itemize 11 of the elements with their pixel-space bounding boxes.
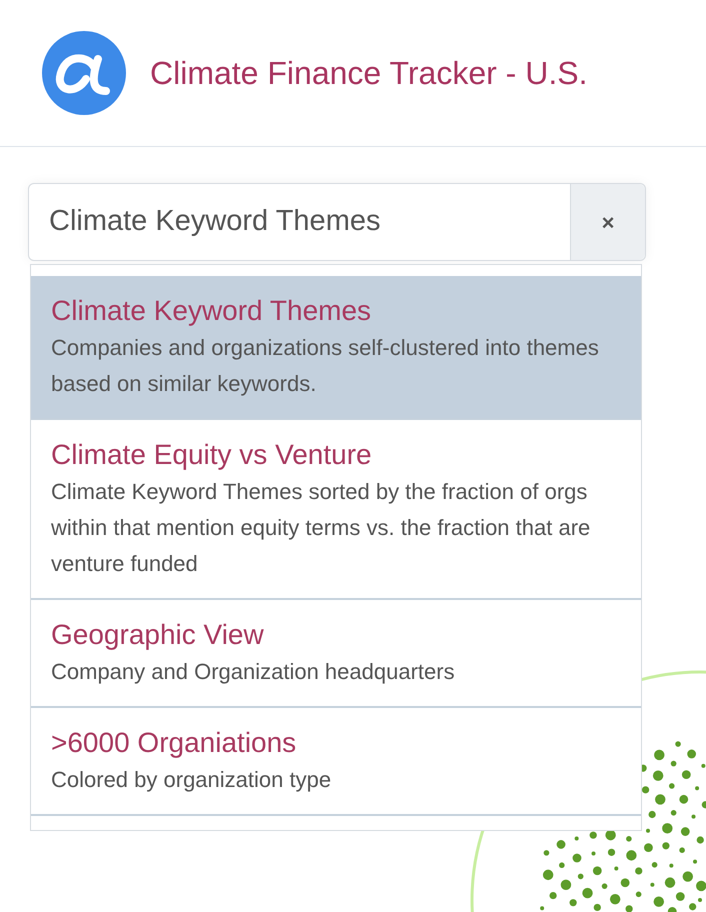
option-description: Colored by organization type — [51, 766, 332, 794]
option-description: Companies and organizations self-clustered into themes based on similar keywords. — [51, 334, 600, 398]
option-title: Climate Keyword Themes — [51, 294, 372, 328]
option-title: Geographic View — [51, 618, 265, 652]
option-description: Company and Organization headquarters — [51, 658, 456, 686]
option-title: Climate Equity vs Venture — [51, 438, 373, 472]
app-title: Climate Finance Tracker - U.S. — [150, 54, 588, 93]
option-title: >6000 Organiations — [51, 726, 298, 760]
alpha-logo-icon — [42, 31, 126, 115]
option-description: Climate Keyword Themes sorted by the fraction of orgs within that mention equity terms vs. the fraction that are venture funded — [51, 478, 592, 578]
dropdown-option[interactable]: Climate Keyword Themes Companies and organizations self-clustered into themes based on similar keywords. — [31, 276, 641, 420]
